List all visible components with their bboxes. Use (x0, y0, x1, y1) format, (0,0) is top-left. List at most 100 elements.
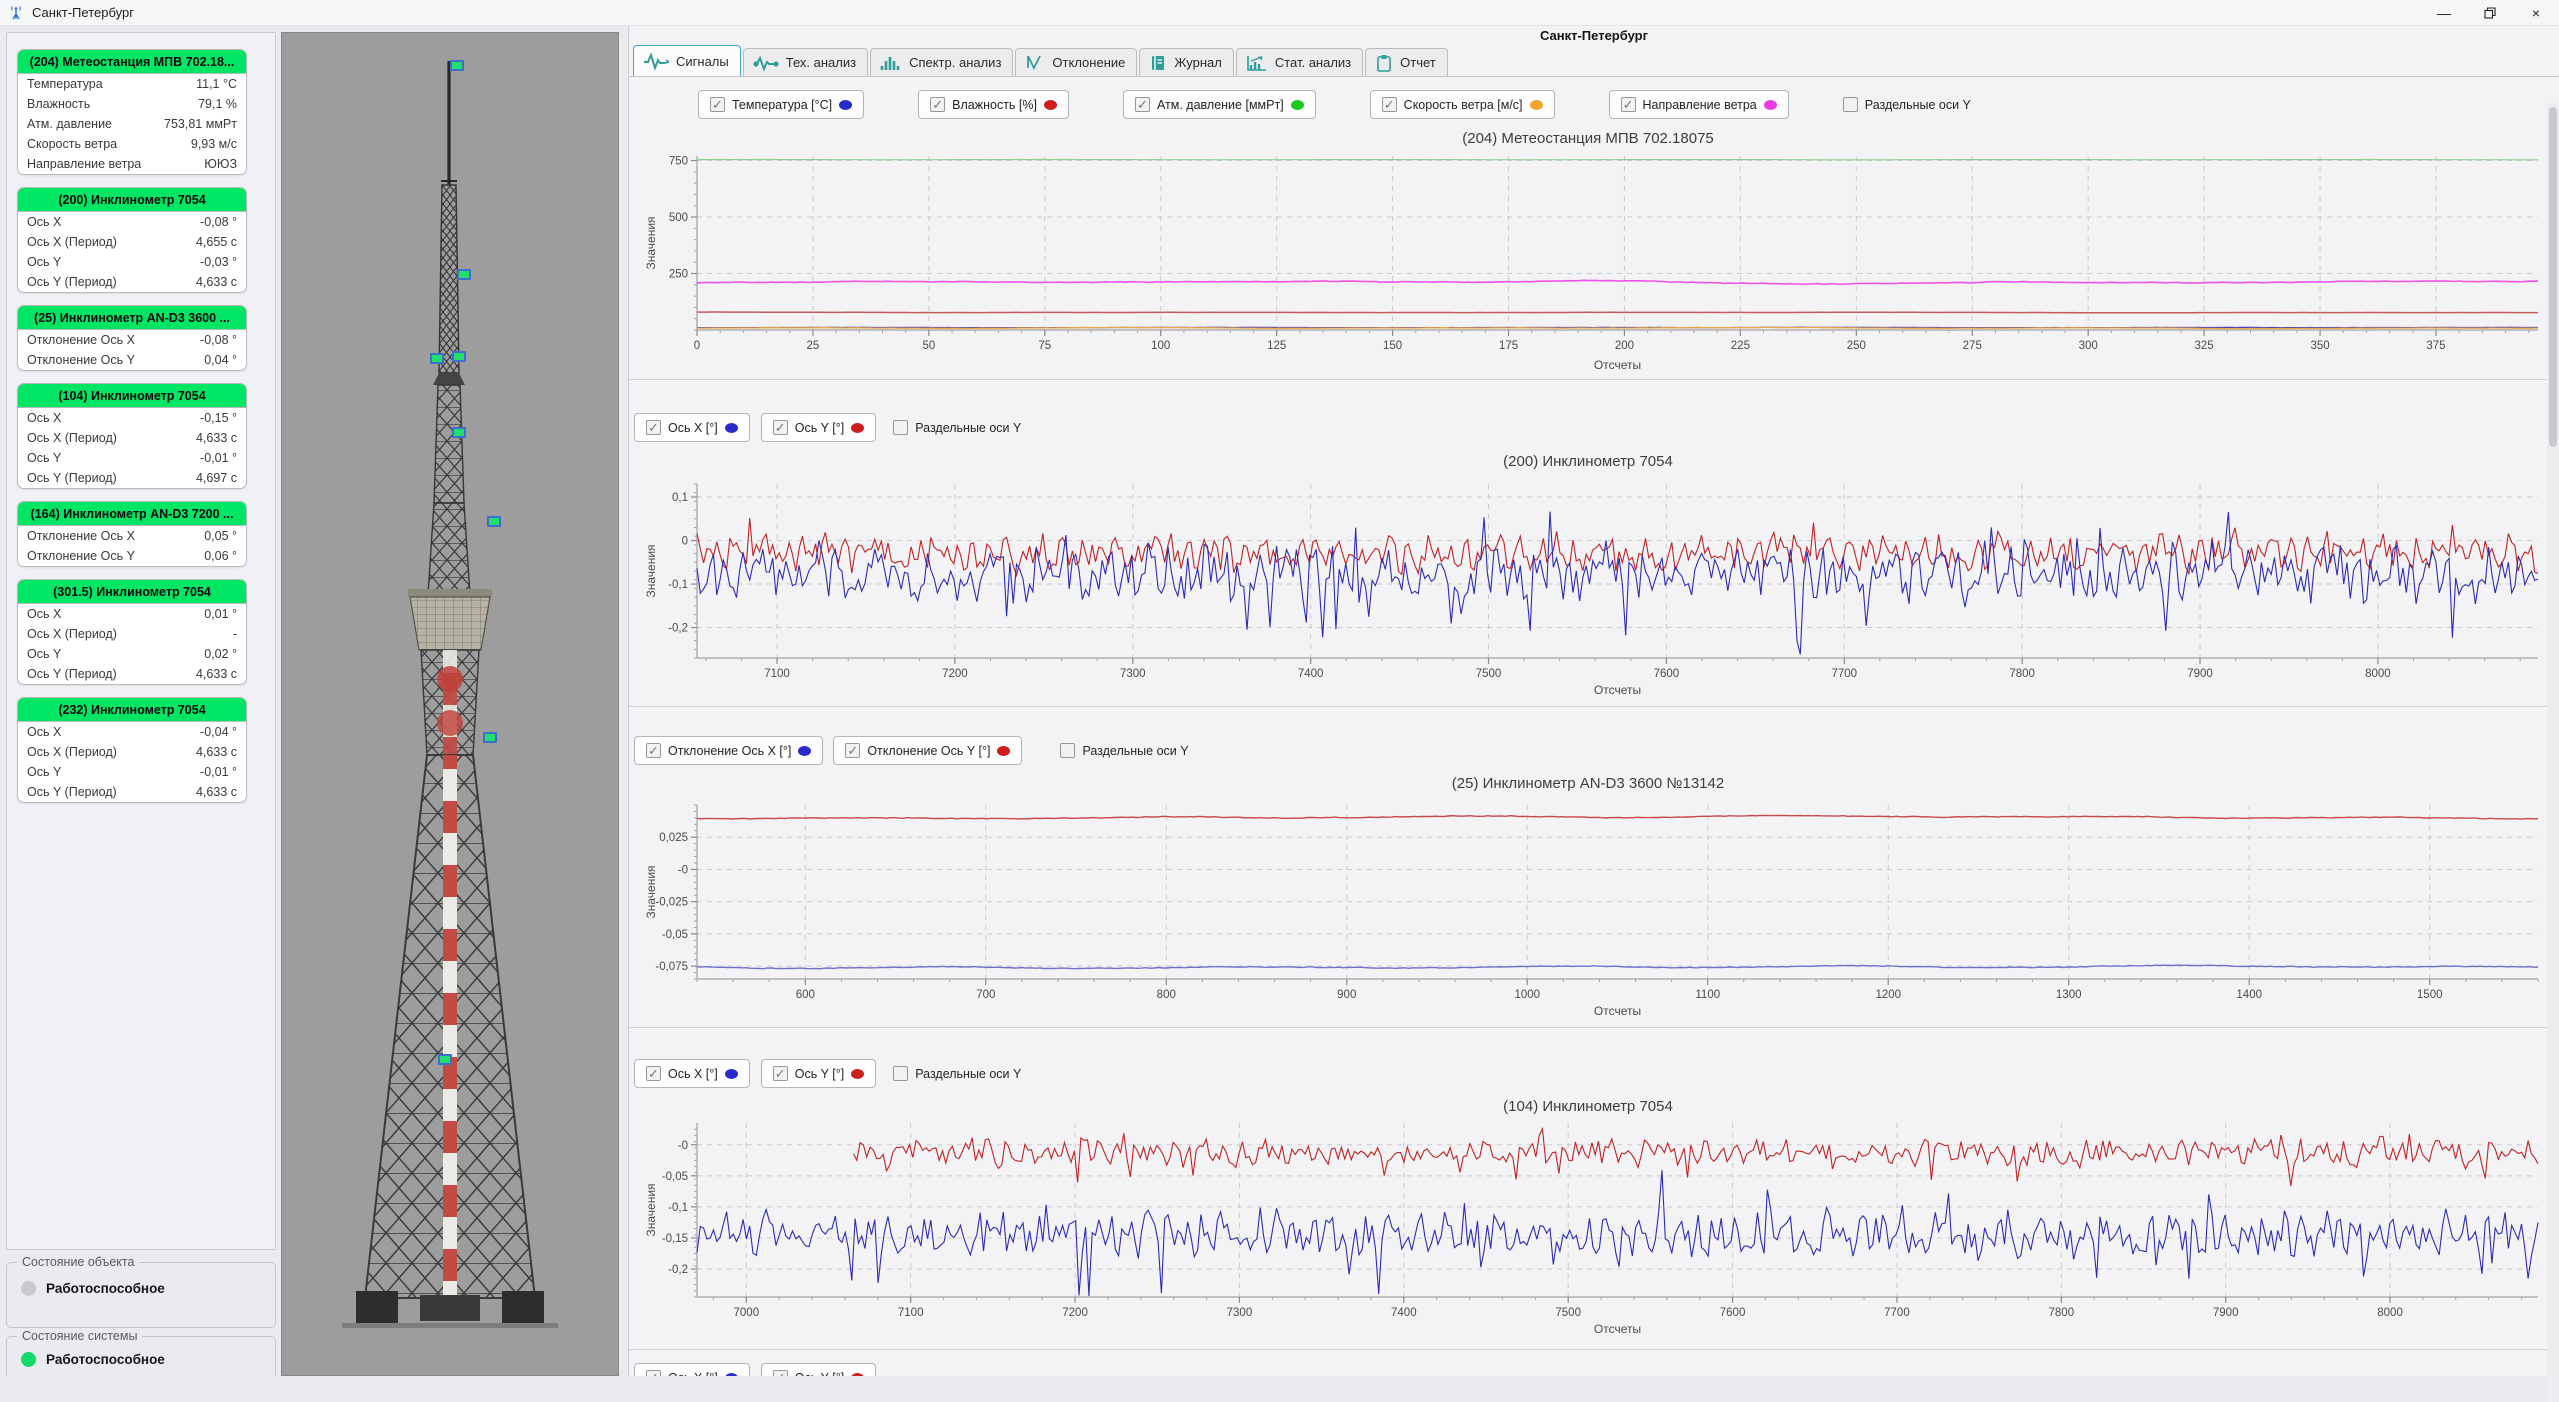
toggle-separate-y-axes[interactable]: Раздельные оси Y (1843, 97, 1971, 112)
svg-text:900: 900 (1337, 989, 1356, 1001)
sensor-card-header[interactable]: (232) Инклинометр 7054 (18, 698, 246, 722)
stats-chart-icon (1246, 54, 1268, 72)
chart-inclinometer-25[interactable]: 6007008009001000110012001300140015000,02… (641, 797, 2546, 1019)
tab-label: Стат. анализ (1275, 55, 1351, 70)
toggle-wind-direction[interactable]: Направление ветра (1609, 90, 1789, 119)
svg-text:325: 325 (2195, 340, 2214, 352)
checkbox-icon (646, 420, 661, 435)
toggle-separate-y-axes[interactable]: Раздельные оси Y (893, 1066, 1021, 1081)
toggle-deviation-x[interactable]: Отклонение Ось X [°] (634, 736, 823, 765)
toggle-wind-speed[interactable]: Скорость ветра [м/с] (1370, 90, 1555, 119)
chart-title: (204) Метеостанция МПВ 702.18075 (629, 130, 2547, 147)
sensor-card-232: (232) Инклинометр 7054 Ось X-0,04 ° Ось … (17, 697, 247, 803)
svg-text:-0,05: -0,05 (662, 1171, 688, 1183)
tab-signals[interactable]: Сигналы (633, 45, 741, 76)
svg-text:7800: 7800 (2009, 668, 2035, 680)
sensor-card-25: (25) Инклинометр AN-D3 3600 ... Отклонен… (17, 305, 247, 371)
minimize-button[interactable]: — (2421, 0, 2467, 25)
toggle-axis-x[interactable]: Ось X [°] (634, 1059, 750, 1088)
chart-panel-meteo-204: Температура [°C] Влажность [%] Атм. давл… (629, 76, 2547, 380)
app-antenna-icon (8, 5, 24, 21)
checkbox-icon (893, 1066, 908, 1081)
metric-value: 0,06 ° (204, 549, 237, 563)
chart-inclinometer-200[interactable]: 7100720073007400750076007700780079008000… (641, 476, 2546, 698)
metric-value: -0,15 ° (200, 411, 237, 425)
toggle-label: Температура [°C] (732, 98, 832, 112)
vertical-scrollbar[interactable] (2547, 103, 2559, 1402)
sensor-card-header[interactable]: (25) Инклинометр AN-D3 3600 ... (18, 306, 246, 330)
svg-text:125: 125 (1267, 340, 1286, 352)
toggle-axis-y[interactable]: Ось Y [°] (761, 413, 877, 442)
sensor-position-marker[interactable] (430, 353, 444, 364)
sensor-card-header[interactable]: (204) Метеостанция МПВ 702.18... (18, 50, 246, 74)
sensor-position-marker[interactable] (452, 351, 466, 362)
window-titlebar: Санкт-Петербург — × (0, 0, 2559, 26)
chart-inclinometer-104[interactable]: 7000710072007300740075007600770078007900… (641, 1115, 2546, 1337)
svg-text:500: 500 (669, 212, 688, 224)
metric-label: Ось Y (27, 255, 61, 269)
metric-label: Ось Y (27, 451, 61, 465)
sensor-card-header[interactable]: (104) Инклинометр 7054 (18, 384, 246, 408)
restore-button[interactable] (2467, 0, 2513, 25)
toggle-axis-y[interactable]: Ось Y [°] (761, 1363, 877, 1376)
sensor-position-marker[interactable] (450, 60, 464, 71)
deviation-icon (1025, 54, 1045, 72)
sensor-position-marker[interactable] (483, 732, 497, 743)
sensor-card-header[interactable]: (200) Инклинометр 7054 (18, 188, 246, 212)
metric-label: Ось X (Период) (27, 627, 117, 641)
sensor-position-marker[interactable] (457, 269, 471, 280)
metric-value: 0,02 ° (204, 647, 237, 661)
metric-label: Ось X (27, 607, 61, 621)
checkbox-icon (710, 97, 725, 112)
tab-tech-analysis[interactable]: Тех. анализ (743, 48, 868, 76)
toggle-axis-y[interactable]: Ось Y [°] (761, 1059, 877, 1088)
toggle-label: Ось X [°] (668, 1067, 718, 1081)
tab-spectrum-analysis[interactable]: Спектр. анализ (870, 48, 1013, 76)
toggle-pressure[interactable]: Атм. давление [ммРт] (1123, 90, 1316, 119)
tab-report[interactable]: Отчет (1365, 48, 1448, 76)
toggle-separate-y-axes[interactable]: Раздельные оси Y (1060, 743, 1188, 758)
checkbox-icon (646, 1370, 661, 1376)
chart-meteo-204[interactable]: 0255075100125150175200225250275300325350… (641, 148, 2546, 373)
svg-text:Отсчеты: Отсчеты (1594, 683, 1641, 697)
toggle-label: Ось Y [°] (795, 421, 845, 435)
tab-journal[interactable]: Журнал (1139, 48, 1233, 76)
tab-label: Тех. анализ (786, 55, 856, 70)
tab-stat-analysis[interactable]: Стат. анализ (1236, 48, 1363, 76)
toggle-temperature[interactable]: Температура [°C] (698, 90, 864, 119)
metric-value: 4,655 с (196, 235, 237, 249)
toggle-axis-x[interactable]: Ось X [°] (634, 1363, 750, 1376)
sensor-position-marker[interactable] (452, 427, 466, 438)
toggle-separate-y-axes[interactable]: Раздельные оси Y (893, 420, 1021, 435)
metric-value: 0,04 ° (204, 353, 237, 367)
sensor-card-header[interactable]: (301.5) Инклинометр 7054 (18, 580, 246, 604)
svg-text:8000: 8000 (2365, 668, 2391, 680)
system-state-label[interactable]: Работоспособное (46, 1352, 165, 1367)
toggle-deviation-y[interactable]: Отклонение Ось Y [°] (833, 736, 1022, 765)
scrollbar-thumb[interactable] (2549, 107, 2557, 447)
metric-label: Отклонение Ось X (27, 333, 135, 347)
object-state-caption: Состояние объекта (17, 1255, 139, 1269)
svg-text:7500: 7500 (1555, 1307, 1581, 1319)
toggle-label: Ось X [°] (668, 1371, 718, 1377)
system-state-group: Состояние системы Работоспособное (6, 1336, 276, 1376)
tab-deviation[interactable]: Отклонение (1015, 48, 1137, 76)
object-state-label[interactable]: Работоспособное (46, 1281, 165, 1296)
chart-title: (25) Инклинометр AN-D3 3600 №13142 (629, 775, 2547, 792)
sensor-position-marker[interactable] (487, 516, 501, 527)
svg-text:250: 250 (1847, 340, 1866, 352)
toggle-axis-x[interactable]: Ось X [°] (634, 413, 750, 442)
svg-text:1300: 1300 (2056, 989, 2082, 1001)
sensor-card-header[interactable]: (164) Инклинометр AN-D3 7200 ... (18, 502, 246, 526)
svg-text:0,1: 0,1 (672, 492, 688, 504)
metric-value: 9,93 м/с (191, 137, 237, 151)
svg-text:7800: 7800 (2049, 1307, 2075, 1319)
close-button[interactable]: × (2513, 0, 2559, 25)
series-color-dot (851, 1373, 864, 1377)
svg-text:-0,025: -0,025 (655, 897, 688, 909)
tower-3d-view[interactable] (281, 32, 619, 1376)
sensor-card-164: (164) Инклинометр AN-D3 7200 ... Отклоне… (17, 501, 247, 567)
svg-text:7400: 7400 (1298, 668, 1324, 680)
sensor-position-marker[interactable] (438, 1054, 452, 1065)
toggle-humidity[interactable]: Влажность [%] (918, 90, 1069, 119)
